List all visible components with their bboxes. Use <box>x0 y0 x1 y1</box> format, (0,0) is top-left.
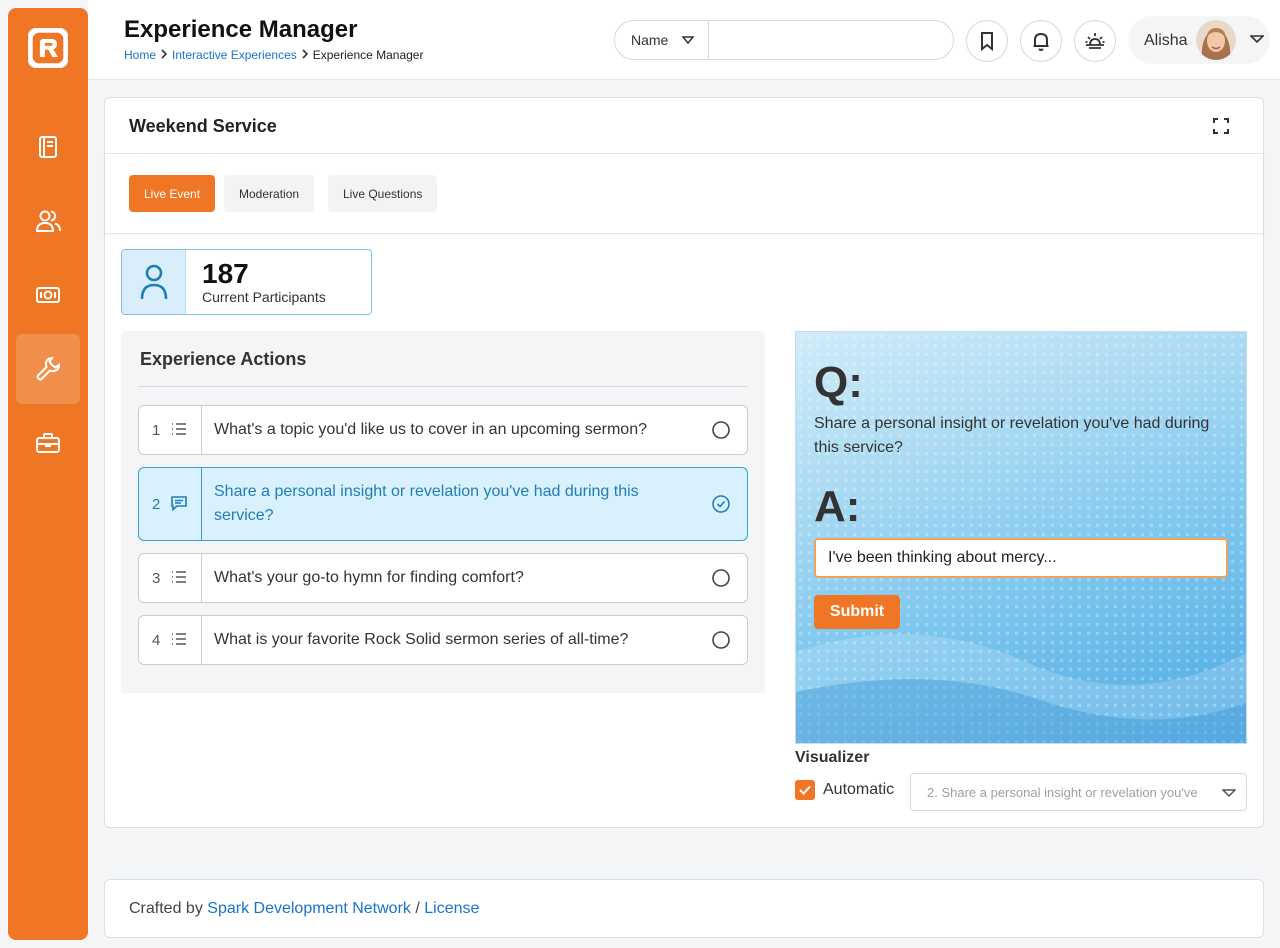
avatar[interactable] <box>1196 20 1236 60</box>
experience-preview: Q: Share a personal insight or revelatio… <box>795 331 1247 744</box>
action-index: 3 <box>152 570 161 587</box>
list-icon <box>172 571 186 583</box>
action-index-cell: 1 <box>139 406 202 454</box>
sidebar-item-tools[interactable] <box>16 334 80 404</box>
license-link[interactable]: License <box>424 900 479 917</box>
sidebar-item-briefcase[interactable] <box>16 408 80 478</box>
visualizer-selected-value: 2. Share a personal insight or revelatio… <box>927 785 1197 800</box>
bookmark-button[interactable] <box>966 20 1008 62</box>
answer-input[interactable] <box>814 538 1228 578</box>
radio-unchecked-icon[interactable] <box>711 568 731 588</box>
experience-actions-panel: Experience Actions 1 What's a topic you'… <box>121 331 765 810</box>
action-text: What's your go-to hymn for finding comfo… <box>214 569 524 586</box>
list-icon <box>172 423 186 435</box>
automatic-checkbox[interactable] <box>795 780 815 800</box>
rock-logo-icon <box>32 32 64 64</box>
user-menu[interactable]: Alisha <box>1128 16 1270 64</box>
bookmark-icon <box>981 32 993 52</box>
action-item-4[interactable]: 4 What is your favorite Rock Solid sermo… <box>138 615 748 665</box>
action-index: 1 <box>152 422 161 439</box>
action-item-2[interactable]: 2 Share a personal insight or revelation… <box>138 467 748 541</box>
question-label: Q: <box>814 358 863 407</box>
comment-icon <box>171 496 187 512</box>
people-icon <box>35 210 61 232</box>
chevron-right-icon <box>160 48 168 62</box>
sidebar-item-book[interactable] <box>16 112 80 182</box>
chevron-right-icon <box>301 48 309 62</box>
experience-card: Weekend Service Live Event Moderation Li… <box>104 97 1264 828</box>
action-index-cell: 2 <box>139 468 202 540</box>
action-text: What's a topic you'd like us to cover in… <box>214 421 647 438</box>
search-type-label: Name <box>631 32 669 48</box>
participants-count: 187 <box>202 258 249 289</box>
action-item-1[interactable]: 1 What's a topic you'd like us to cover … <box>138 405 748 455</box>
wrench-icon <box>36 356 61 381</box>
radio-unchecked-icon[interactable] <box>711 630 731 650</box>
user-name: Alisha <box>1144 32 1188 49</box>
tab-moderation[interactable]: Moderation <box>224 175 315 212</box>
divider <box>138 386 748 387</box>
action-index-cell: 4 <box>139 616 202 664</box>
tab-live-event[interactable]: Live Event <box>129 175 216 212</box>
automatic-label: Automatic <box>823 781 895 798</box>
breadcrumb-current: Experience Manager <box>312 48 424 62</box>
answer-label: A: <box>814 482 861 531</box>
search-type-dropdown[interactable]: Name <box>615 21 709 59</box>
checkmark-icon <box>799 785 811 795</box>
action-text: What is your favorite Rock Solid sermon … <box>214 631 629 648</box>
question-text: Share a personal insight or revelation y… <box>814 415 1210 456</box>
footer-prefix: Crafted by <box>129 900 203 917</box>
visualizer-select[interactable]: 2. Share a personal insight or revelatio… <box>910 773 1247 811</box>
book-icon <box>39 136 57 158</box>
participants-label: Current Participants <box>202 289 326 305</box>
submit-button[interactable]: Submit <box>814 595 900 629</box>
tab-live-questions[interactable]: Live Questions <box>328 175 438 212</box>
breadcrumb-interactive-experiences[interactable]: Interactive Experiences <box>172 48 297 62</box>
sunrise-icon <box>1085 33 1105 49</box>
sidebar <box>8 8 88 940</box>
card-header: Weekend Service <box>105 98 1263 154</box>
topbar: Experience Manager Home Interactive Expe… <box>88 0 1280 80</box>
bell-icon <box>1033 32 1049 51</box>
actions-title: Experience Actions <box>140 349 307 369</box>
footer-separator: / <box>415 900 420 917</box>
user-icon <box>122 250 186 314</box>
search-bar: Name <box>614 20 954 60</box>
list-icon <box>172 633 186 645</box>
fullscreen-icon[interactable] <box>1211 116 1231 136</box>
rock-logo[interactable] <box>28 28 68 68</box>
sidebar-item-people[interactable] <box>16 186 80 256</box>
action-item-3[interactable]: 3 What's your go-to hymn for finding com… <box>138 553 748 603</box>
caret-down-icon <box>1250 35 1264 44</box>
action-index: 4 <box>152 632 161 649</box>
briefcase-icon <box>36 433 60 453</box>
tabs: Live Event Moderation Live Questions <box>105 154 1263 234</box>
action-index: 2 <box>152 496 161 513</box>
caret-down-icon <box>1222 789 1236 798</box>
visualizer-label: Visualizer <box>795 749 870 766</box>
card-title: Weekend Service <box>129 116 277 136</box>
check-circle-icon[interactable] <box>711 494 731 514</box>
radio-unchecked-icon[interactable] <box>711 420 731 440</box>
breadcrumb: Home Interactive Experiences Experience … <box>124 48 423 62</box>
spark-link[interactable]: Spark Development Network <box>207 900 411 917</box>
breadcrumb-home[interactable]: Home <box>124 48 156 62</box>
caret-down-icon <box>682 36 694 44</box>
search-input[interactable] <box>709 21 953 59</box>
sidebar-item-money[interactable] <box>16 260 80 330</box>
money-icon <box>36 287 60 303</box>
theme-button[interactable] <box>1074 20 1116 62</box>
participants-stat: 187 Current Participants <box>121 249 372 315</box>
action-index-cell: 3 <box>139 554 202 602</box>
footer: Crafted by Spark Development Network / L… <box>104 879 1264 938</box>
page-title: Experience Manager <box>124 16 358 43</box>
action-text: Share a personal insight or revelation y… <box>214 483 639 524</box>
notifications-button[interactable] <box>1020 20 1062 62</box>
